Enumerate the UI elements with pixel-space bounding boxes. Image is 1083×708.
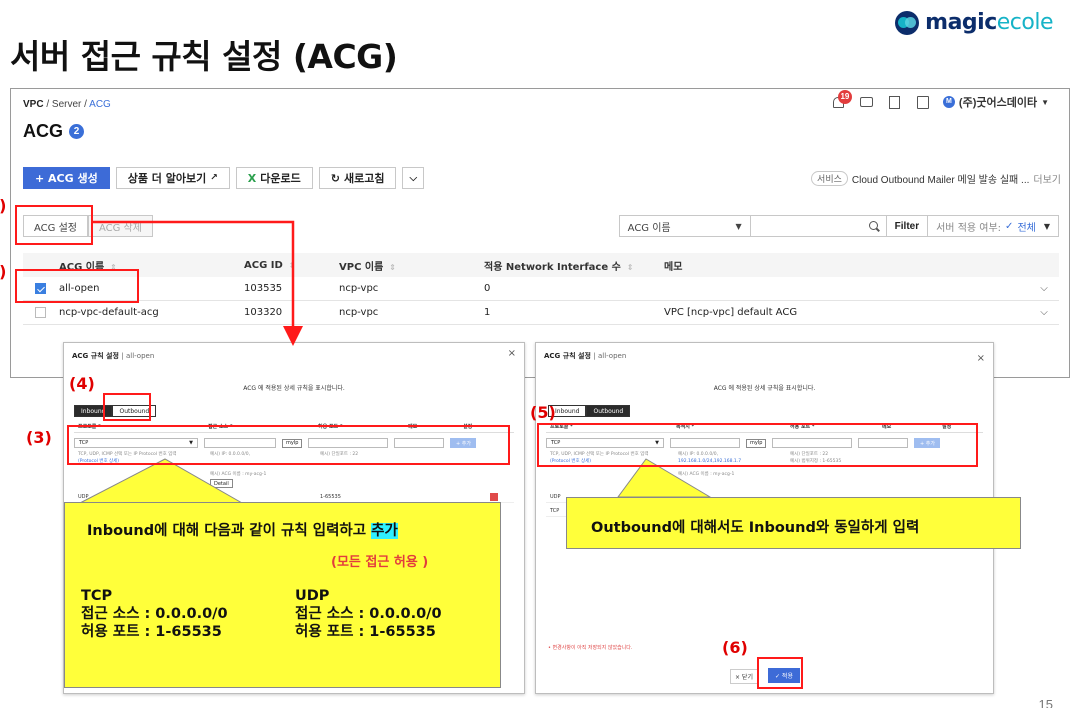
highlight-all-open-row <box>15 269 139 303</box>
callout-outbound: Outbound에 대해서도 Inbound와 동일하게 입력 <box>566 497 1021 549</box>
delete-rule-icon[interactable] <box>490 492 498 501</box>
modal-title: ACG 규칙 설정 | all-open <box>544 352 627 360</box>
acg-hint: 예시) ACG 이름 : my-acg-1 <box>210 472 267 477</box>
download-button[interactable]: X 다운로드 <box>235 167 313 189</box>
callout-outbound-text: Outbound에 대해서도 Inbound와 동일하게 입력 <box>591 520 920 536</box>
caret-down-icon: ▼ <box>1041 97 1049 107</box>
caret-down-icon: ▼ <box>735 221 742 231</box>
highlight-acg-settings <box>15 205 93 245</box>
rule-direction-tabs: Inbound Outbound <box>548 405 631 417</box>
page-title: ACG 2 <box>23 121 84 142</box>
chevron-down-icon[interactable]: ⌵ <box>1040 283 1048 294</box>
check-icon: ✓ <box>1005 220 1014 232</box>
refresh-button[interactable]: ↻ 새로고침 <box>318 167 397 189</box>
sort-icon[interactable]: ⇕ <box>389 263 396 272</box>
breadcrumb-server[interactable]: Server <box>52 99 81 110</box>
ncloud-console: VPC / Server / ACG 19 M (주)굿어스데이타 ▼ ACG … <box>10 88 1070 378</box>
step-5-label: (5) <box>530 403 556 422</box>
tcp-rule-text: TCP 접근 소스 : 0.0.0.0/0 허용 포트 : 1-65535 <box>81 588 228 640</box>
search-field-select[interactable]: ACG 이름 ▼ <box>618 215 751 237</box>
close-icon[interactable]: × <box>977 353 985 364</box>
table-row[interactable]: all-open 103535 ncp-vpc 0 ⌵ <box>23 277 1059 301</box>
breadcrumb: VPC / Server / ACG <box>23 99 111 110</box>
modal-subtitle: ACG 에 적용된 상세 규칙을 표시합니다. <box>243 385 345 392</box>
avatar: M <box>942 96 955 108</box>
external-link-icon: ↗ <box>210 173 218 183</box>
notification-badge: 19 <box>837 90 852 104</box>
detail-button[interactable]: Detail <box>210 479 233 488</box>
row-checkbox[interactable] <box>35 306 46 318</box>
sort-icon[interactable]: ⇕ <box>289 261 296 270</box>
highlight-outbound-input-row <box>537 423 978 467</box>
create-acg-button[interactable]: + ACG 생성 <box>23 167 110 189</box>
breadcrumb-vpc[interactable]: VPC <box>23 99 44 110</box>
step-4-label: (4) <box>69 374 95 393</box>
unsaved-note: • 변경사항이 아직 저장되지 않았습니다. <box>548 645 633 651</box>
callout-inbound: Inbound에 대해 다음과 같이 규칙 입력하고 추가 (모든 접근 허용 … <box>64 502 501 688</box>
highlight-apply-button <box>757 657 803 689</box>
chevron-down-icon[interactable]: ⌵ <box>1040 307 1048 318</box>
brand-text: magicecole <box>925 10 1053 35</box>
tab-outbound[interactable]: Outbound <box>586 405 631 417</box>
filter-label[interactable]: Filter <box>886 215 929 237</box>
learn-more-button[interactable]: 상품 더 알아보기 ↗ <box>115 167 230 189</box>
step-2-label: 2) <box>0 196 6 215</box>
more-link[interactable]: 더보기 <box>1033 171 1061 186</box>
help-icon[interactable]: 2 <box>69 124 84 139</box>
callout-inbound-text: Inbound에 대해 다음과 같이 규칙 입력하고 추가 <box>87 523 398 539</box>
magicecole-logo-icon <box>895 10 920 35</box>
table-row[interactable]: ncp-vpc-default-acg 103320 ncp-vpc 1 VPC… <box>23 301 1059 325</box>
highlight-outbound-tab <box>103 393 151 421</box>
step-1-label: 1) <box>0 262 6 281</box>
toolbar: + ACG 생성 상품 더 알아보기 ↗ X 다운로드 ↻ 새로고침 ⌵ <box>23 167 425 189</box>
chat-icon[interactable] <box>859 95 873 109</box>
user-menu[interactable]: M (주)굿어스데이타 ▼ <box>942 94 1049 110</box>
acg-hint: 예시) ACG 이름 : my-acg-1 <box>678 472 735 477</box>
more-dropdown-button[interactable]: ⌵ <box>402 167 425 189</box>
book-icon[interactable] <box>915 95 929 109</box>
edit-icon[interactable] <box>887 95 901 109</box>
sort-icon[interactable]: ⇕ <box>627 263 634 272</box>
page-number: 15 <box>1038 697 1053 708</box>
user-name: (주)굿어스데이타 <box>958 97 1038 109</box>
table-header: ACG 이름 ⇕ ACG ID ⇕ VPC 이름 ⇕ 적용 Network Inter… <box>23 253 1059 277</box>
slide: 서버 접근 규칙 설정 (ACG) magicecole VPC / Serve… <box>0 0 1083 708</box>
highlight-inbound-input-row <box>67 425 510 465</box>
service-notice-text: Cloud Outbound Mailer 메일 발송 실패 ... <box>851 175 1030 186</box>
slide-title: 서버 접근 규칙 설정 (ACG) <box>10 37 398 76</box>
service-tag: 서비스 <box>811 171 848 186</box>
search-input[interactable] <box>750 215 887 237</box>
excel-icon: X <box>247 171 257 185</box>
caret-down-icon: ▼ <box>1043 221 1050 231</box>
acg-table: ACG 이름 ⇕ ACG ID ⇕ VPC 이름 ⇕ 적용 Network Inter… <box>23 253 1059 325</box>
callout-inbound-note: (모든 접근 허용 ) <box>331 555 429 570</box>
server-apply-filter[interactable]: 서버 적용 여부: ✓ 전체 ▼ <box>928 215 1059 237</box>
brand-logo: magicecole <box>895 10 1054 35</box>
bell-icon[interactable]: 19 <box>831 90 852 109</box>
filter-area: ACG 이름 ▼ Filter 서버 적용 여부: ✓ 전체 ▼ <box>618 215 1059 237</box>
service-notice: 서비스 Cloud Outbound Mailer 메일 발송 실패 ... 더… <box>811 171 1061 186</box>
close-button[interactable]: × 닫기 <box>730 669 758 684</box>
acg-delete-button[interactable]: ACG 삭제 <box>87 215 153 237</box>
modal-title: ACG 규칙 설정 | all-open <box>72 352 155 360</box>
breadcrumb-acg: ACG <box>89 99 111 110</box>
search-icon[interactable] <box>868 220 880 232</box>
modal-subtitle: ACG 에 적용된 상세 규칙을 표시합니다. <box>713 385 816 392</box>
step-6-label: (6) <box>722 638 748 657</box>
header-actions: 19 M (주)굿어스데이타 ▼ <box>831 90 1049 110</box>
refresh-icon: ↻ <box>330 171 340 185</box>
udp-rule-text: UDP 접근 소스 : 0.0.0.0/0 허용 포트 : 1-65535 <box>295 588 442 640</box>
close-icon[interactable]: × <box>508 348 516 359</box>
step-3-label: (3) <box>26 428 52 447</box>
chevron-down-icon: ⌵ <box>409 172 418 184</box>
